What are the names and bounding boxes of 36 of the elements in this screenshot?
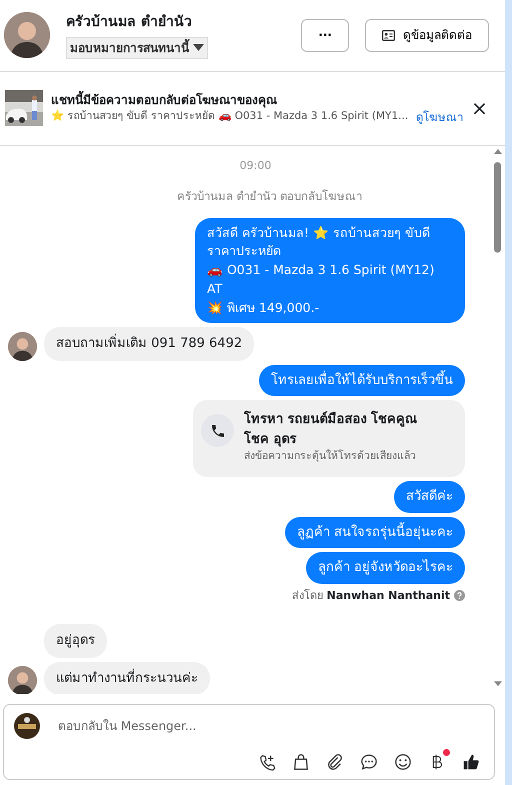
call-add-icon[interactable] — [258, 753, 276, 771]
paperclip-icon[interactable] — [326, 753, 344, 771]
help-icon — [454, 590, 465, 602]
contact-name: ครัวบ้านมล ตำยำนัว — [66, 12, 192, 32]
caret-icon — [193, 44, 204, 52]
contact-avatar — [8, 332, 37, 361]
message-bubble: สวัสดีค่ะ — [394, 481, 465, 512]
more-button[interactable]: ··· — [301, 18, 349, 52]
profile-avatar — [4, 12, 50, 58]
contact-avatar — [8, 666, 37, 694]
chat-bubble-icon[interactable] — [360, 753, 378, 771]
ad-reply-title: แชทนี้มีข้อความตอบกลับต่อโฆษณาของคุณ — [51, 90, 278, 109]
system-message: ครัวบ้านมล ตำยำนัว ตอบกลับโฆษณา — [176, 188, 364, 206]
message-bubble: สวัสดี ครัวบ้านมล! ⭐ รถบ้านสวยๆ ขับดี ราคาประหยัด 🚗 O031 - Mazda 3 1.6 Spirit (MY12) AT 💥 พิเศษ 149,000.- — [195, 218, 465, 324]
page-avatar — [14, 713, 40, 740]
timestamp: 09:00 — [238, 158, 272, 174]
sent-by-label: ส่งโดย Nanwhan Nanthanit — [292, 588, 450, 604]
call-status: ส่งข้อความกระตุ้นให้โทรด้วยเสียงแล้ว — [244, 449, 417, 464]
phone-icon — [201, 414, 234, 448]
close-button[interactable]: × — [471, 98, 488, 118]
message-bubble: สอบถามเพิ่มเติม 091 789 6492 — [44, 327, 254, 361]
call-title: โทรหา รถยนต์มือสอง โชคคูณ โชค อุดร — [244, 410, 418, 449]
view-ad-link[interactable]: ดูโฆษณา — [416, 108, 464, 126]
message-input[interactable]: ตอบกลับใน Messenger... — [56, 716, 484, 736]
message-bubble: แต่มาทำงานที่กระนวนค่ะ — [44, 662, 210, 694]
contact-card-icon — [382, 30, 395, 41]
message-bubble: โทรเลยเพื่อให้ได้รับบริการเร็วขึ้น — [259, 364, 465, 396]
message-bubble: ลูกค้า อยู่จังหวัดอะไรคะ — [306, 552, 465, 584]
assign-dropdown[interactable]: มอบหมายการสนทนานี้ — [66, 36, 208, 59]
ad-summary: ⭐ รถบ้านสวยๆ ขับดี ราคาประหยัด 🚗 O031 - Mazda 3 1.6 Spirit (MY1... — [51, 109, 408, 124]
thumbs-up-icon[interactable] — [462, 753, 480, 771]
shopping-bag-icon[interactable] — [292, 753, 310, 771]
contact-info-button[interactable]: ดูข้อมูลติดต่อ — [365, 18, 489, 52]
emoji-icon[interactable] — [394, 753, 412, 771]
message-bubble: อยู่อุดร — [44, 624, 107, 658]
message-bubble: ลูฏค้า สนใจรถรุ่นนี้อยุ่นะคะ — [284, 516, 465, 548]
